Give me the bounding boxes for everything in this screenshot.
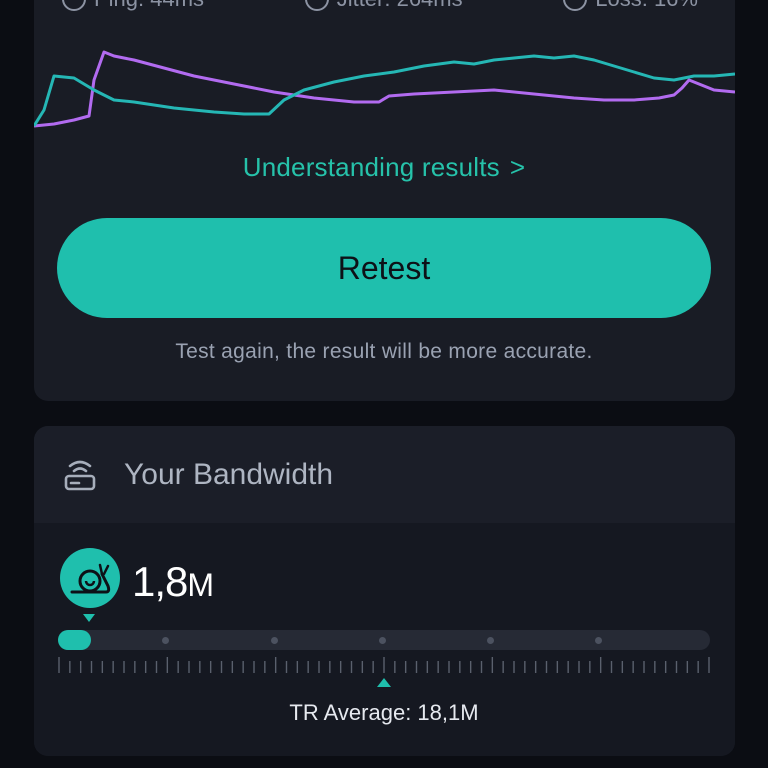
jitter-icon — [304, 0, 329, 11]
teal-line — [34, 54, 735, 127]
stats-row: Ping: 44ms Jitter: 264ms Loss: 16% — [62, 0, 698, 12]
bandwidth-unit: M — [187, 567, 215, 603]
bandwidth-title: Your Bandwidth — [124, 458, 334, 491]
current-speed-pointer — [83, 614, 95, 622]
jitter-label: Jitter: 264ms — [337, 0, 463, 12]
ping-label: Ping: 44ms — [94, 0, 204, 12]
retest-button[interactable]: Retest — [57, 218, 711, 318]
track-dot — [487, 637, 494, 644]
router-icon — [64, 460, 96, 491]
loss-label: Loss: 16% — [595, 0, 698, 12]
ping-icon — [62, 0, 86, 11]
average-label: TR Average: 18,1M — [289, 700, 479, 725]
understanding-results-link[interactable]: Understanding results > — [0, 152, 768, 183]
snail-icon — [70, 563, 111, 594]
retest-hint: Test again, the result will be more accu… — [175, 340, 593, 363]
bandwidth-value: 1,8M — [132, 558, 214, 606]
purple-line — [34, 50, 735, 128]
track-dot — [162, 637, 169, 644]
ping-stat: Ping: 44ms — [62, 0, 204, 12]
bandwidth-scale-ticks — [58, 657, 710, 673]
bandwidth-fill — [58, 630, 91, 650]
track-dot — [595, 637, 602, 644]
understanding-results-label: Understanding results — [242, 152, 500, 182]
chevron-right-icon: > — [509, 152, 526, 182]
loss-icon — [563, 0, 588, 11]
snail-speed-badge — [60, 548, 120, 608]
bandwidth-number: 1,8 — [132, 558, 188, 605]
track-dot — [379, 637, 386, 644]
jitter-stat: Jitter: 264ms — [304, 0, 463, 12]
track-dot — [271, 637, 278, 644]
loss-stat: Loss: 16% — [563, 0, 698, 12]
bandwidth-track — [58, 630, 710, 650]
bandwidth-header: Your Bandwidth — [34, 426, 735, 523]
average-marker — [377, 678, 391, 687]
latency-graph — [34, 50, 735, 128]
